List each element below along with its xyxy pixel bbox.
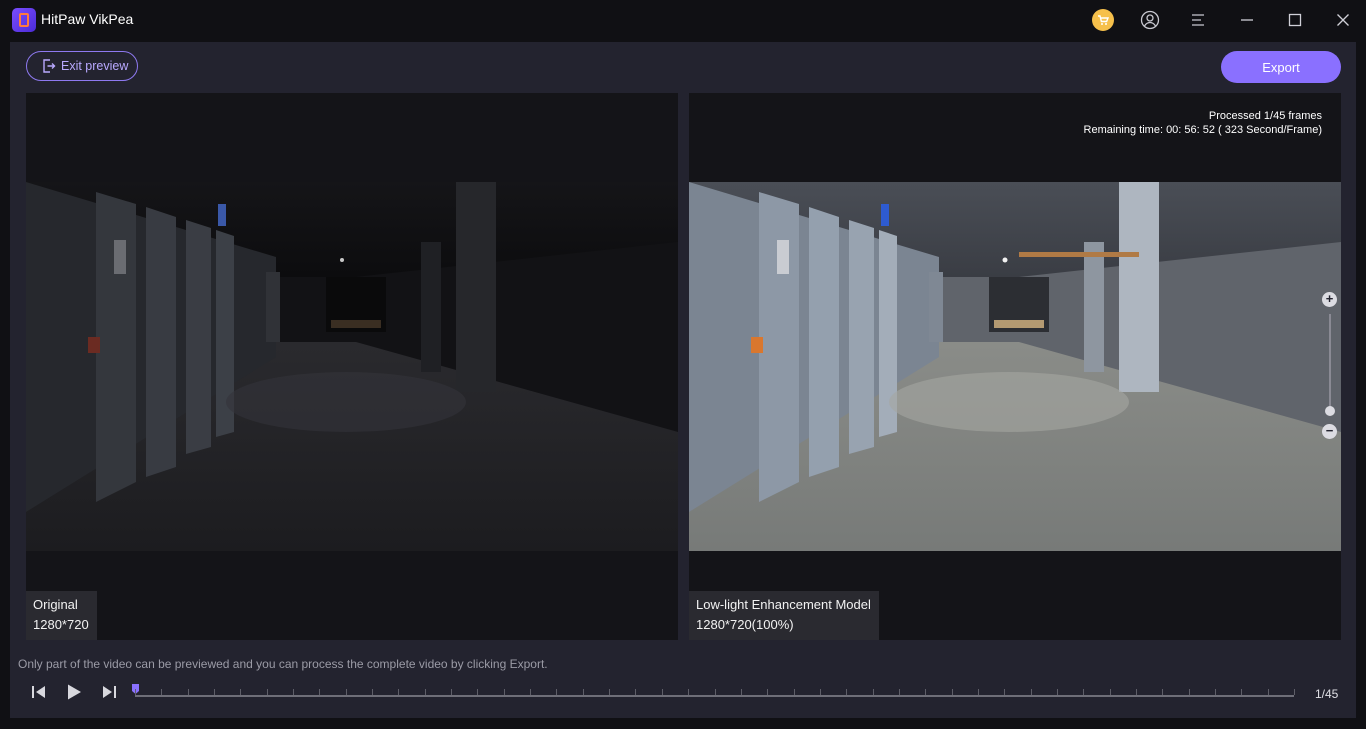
play-button[interactable] xyxy=(62,680,86,704)
timeline-tick xyxy=(820,689,821,695)
timeline-tick xyxy=(899,689,900,695)
maximize-icon xyxy=(1288,13,1302,27)
menu-icon xyxy=(1192,14,1204,26)
processing-status: Processed 1/45 frames Remaining time: 00… xyxy=(1084,109,1322,137)
enhanced-label: Low-light Enhancement Model 1280*720(100… xyxy=(689,591,879,640)
original-view: Original 1280*720 xyxy=(26,93,678,640)
timeline-tick xyxy=(372,689,373,695)
timeline-tick xyxy=(715,689,716,695)
app-logo-icon xyxy=(12,8,36,32)
timeline-tick xyxy=(1083,689,1084,695)
zoom-control: + − xyxy=(1320,290,1340,440)
enhanced-view: Processed 1/45 frames Remaining time: 00… xyxy=(689,93,1341,640)
zoom-slider-handle[interactable] xyxy=(1325,406,1335,416)
minimize-icon xyxy=(1241,19,1253,21)
close-button[interactable] xyxy=(1331,8,1355,32)
timeline-tick xyxy=(319,689,320,695)
timeline-tick xyxy=(1241,689,1242,695)
maximize-button[interactable] xyxy=(1283,8,1307,32)
timeline-tick xyxy=(556,689,557,695)
timeline-tick xyxy=(398,689,399,695)
original-title: Original xyxy=(33,597,78,612)
play-icon xyxy=(68,684,81,700)
prev-frame-icon xyxy=(32,686,45,698)
timeline-tick xyxy=(767,689,768,695)
enhanced-video-frame xyxy=(689,182,1341,551)
timeline-tick xyxy=(188,689,189,695)
next-frame-button[interactable] xyxy=(97,680,121,704)
timeline-tick xyxy=(794,689,795,695)
timeline-tick xyxy=(952,689,953,695)
timeline-tick xyxy=(1057,689,1058,695)
minimize-button[interactable] xyxy=(1235,8,1259,32)
timeline-tick xyxy=(662,689,663,695)
timeline-tick xyxy=(846,689,847,695)
user-icon xyxy=(1140,10,1160,30)
exit-preview-button[interactable]: Exit preview xyxy=(26,51,138,81)
title-bar: HitPaw VikPea xyxy=(0,0,1366,40)
app-title: HitPaw VikPea xyxy=(41,11,134,27)
enhanced-title: Low-light Enhancement Model xyxy=(696,597,871,612)
preview-panel: Exit preview Export Original 1280*720 Pr… xyxy=(10,42,1356,718)
timeline-tick xyxy=(1215,689,1216,695)
timeline-scrubber[interactable] xyxy=(132,684,1295,703)
timeline-tick xyxy=(1136,689,1137,695)
processed-frames-text: Processed 1/45 frames xyxy=(1208,110,1322,122)
preview-hint: Only part of the video can be previewed … xyxy=(18,657,548,671)
timeline-tick xyxy=(873,689,874,695)
menu-button[interactable] xyxy=(1186,8,1210,32)
frame-counter: 1/45 xyxy=(1315,687,1339,701)
original-resolution: 1280*720 xyxy=(33,617,89,632)
timeline-tick xyxy=(240,689,241,695)
timeline-tick xyxy=(425,689,426,695)
original-label: Original 1280*720 xyxy=(26,591,97,640)
timeline-tick xyxy=(609,689,610,695)
timeline-tick xyxy=(741,689,742,695)
timeline-tick xyxy=(1162,689,1163,695)
timeline-track xyxy=(135,695,1294,697)
zoom-in-icon[interactable]: + xyxy=(1322,292,1337,307)
zoom-track[interactable] xyxy=(1329,314,1331,410)
original-video-frame xyxy=(26,182,678,551)
timeline-tick xyxy=(293,689,294,695)
timeline-tick xyxy=(504,689,505,695)
cart-button[interactable] xyxy=(1091,8,1115,32)
timeline-tick xyxy=(688,689,689,695)
timeline-tick xyxy=(161,689,162,695)
timeline-tick xyxy=(530,689,531,695)
timeline-tick xyxy=(477,689,478,695)
close-icon xyxy=(1337,14,1349,26)
timeline-tick xyxy=(451,689,452,695)
exit-icon xyxy=(43,59,56,73)
timeline-tick xyxy=(1268,689,1269,695)
timeline-tick xyxy=(583,689,584,695)
export-button[interactable]: Export xyxy=(1221,51,1341,83)
next-frame-icon xyxy=(103,686,116,698)
timeline-tick xyxy=(1189,689,1190,695)
timeline-tick xyxy=(346,689,347,695)
exit-preview-label: Exit preview xyxy=(61,59,129,73)
enhanced-resolution: 1280*720(100%) xyxy=(696,617,794,632)
timeline-tick xyxy=(1294,689,1295,695)
timeline-tick xyxy=(635,689,636,695)
zoom-out-icon[interactable]: − xyxy=(1322,424,1337,439)
cart-icon xyxy=(1092,9,1114,31)
prev-frame-button[interactable] xyxy=(27,680,51,704)
timeline-tick xyxy=(1110,689,1111,695)
timeline-tick xyxy=(214,689,215,695)
timeline-tick xyxy=(925,689,926,695)
timeline-tick xyxy=(135,689,136,695)
account-button[interactable] xyxy=(1138,8,1162,32)
timeline-tick xyxy=(978,689,979,695)
timeline-tick xyxy=(1004,689,1005,695)
timeline-tick xyxy=(267,689,268,695)
timeline-tick xyxy=(1031,689,1032,695)
remaining-time-text: Remaining time: 00: 56: 52 ( 323 Second/… xyxy=(1083,124,1322,136)
